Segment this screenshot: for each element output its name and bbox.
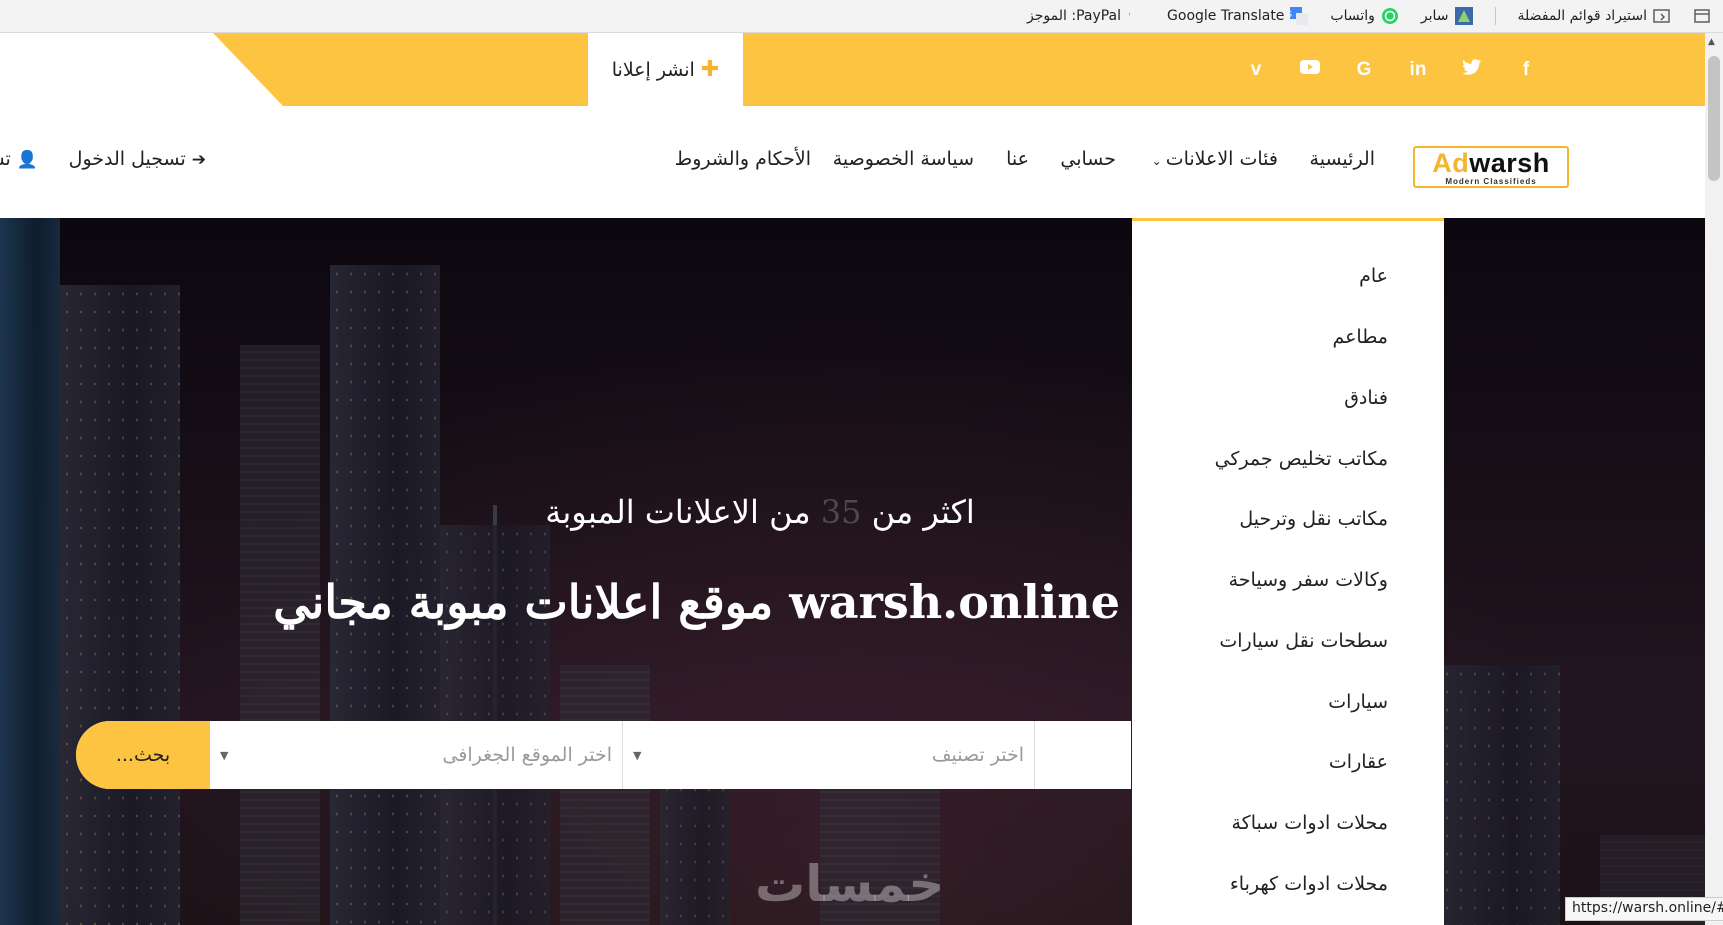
nav-account[interactable]: حسابي [1060,148,1116,170]
scroll-up-arrow-icon[interactable]: ▲ [1708,37,1715,47]
import-favorites[interactable]: استيراد قوائم المفضلة [1518,7,1671,25]
user-plus-icon: 👤 [16,150,38,170]
bookmarks-bar: استيراد قوائم المفضلة سابر واتساب G Goog… [0,0,1723,33]
post-ad-label: انشر إعلانا [611,58,695,81]
import-favorites-icon [1653,7,1671,25]
hero-ad-count: 35 [820,493,862,531]
bookmark-label: سابر [1420,8,1449,24]
login-label: تسجيل الدخول [68,148,186,170]
saber-icon [1454,7,1473,25]
bookmark-whatsapp[interactable]: واتساب [1330,7,1398,25]
bookmark-label: PayPal: الموجز [1027,8,1122,24]
vimeo-icon[interactable]: v [1229,59,1283,81]
dropdown-item[interactable]: مكاتب تخليص جمركي [1215,448,1388,470]
logo-warsh-text: warsh [1469,148,1550,178]
chevron-down-icon: ⌄ [1151,154,1162,168]
dropdown-item[interactable]: سيارات [1328,691,1388,713]
register-label: تس [0,148,11,170]
category-select[interactable]: اختر تصنيف ▼ [623,721,1035,789]
plus-icon: ✚ [700,57,720,82]
hero-building [240,345,320,925]
post-ad-button[interactable]: ✚ انشر إعلانا [588,33,743,106]
nav-privacy[interactable]: سياسة الخصوصية [833,148,974,170]
hero-section [0,218,1705,925]
bookmark-paypal[interactable]: P PayPal: الموجز [1027,7,1145,25]
dropdown-item[interactable]: سطحات نقل سيارات [1219,630,1388,652]
site-logo[interactable]: Adwarsh Modern Classifieds [1413,146,1569,188]
hero-building [0,218,60,925]
hero-building [560,665,650,925]
dropdown-item[interactable]: مكاتب نقل وترحيل [1239,508,1388,530]
sidebar-toggle-icon[interactable] [1693,7,1711,25]
location-select-placeholder: اختر الموقع الجغرافى [442,744,612,766]
sign-in-icon: ➔ [191,150,206,170]
hero-building [60,285,180,925]
import-favorites-label: استيراد قوائم المفضلة [1517,8,1647,24]
hero-title: warsh.online موقع اعلانات مبوبة مجاني [273,575,1120,629]
hero-subtitle-suffix: من الاعلانات المبوبة [545,493,811,531]
twitter-icon[interactable] [1445,58,1499,81]
watermark-logo: خمسات [755,855,945,913]
nav-home[interactable]: الرئيسية [1310,148,1375,170]
hero-subtitle: اكثر من 35 من الاعلانات المبوبة [540,493,980,531]
whatsapp-icon [1381,7,1399,25]
svg-text:P: P [1129,8,1130,25]
login-link[interactable]: ➔تسجيل الدخول [69,148,206,170]
category-select-placeholder: اختر تصنيف [931,744,1024,766]
nav-about[interactable]: عنا [1006,148,1029,170]
scrollbar-thumb[interactable] [1708,56,1720,181]
dropdown-item[interactable]: وكالات سفر وسياحة [1229,569,1388,591]
dropdown-item[interactable]: عقارات [1329,751,1388,773]
bookmark-label: واتساب [1330,8,1375,24]
bookmarks-separator [1494,7,1496,25]
google-translate-icon: G [1290,7,1309,25]
logo-ad-text: Ad [1432,148,1470,178]
dropdown-item[interactable]: فنادق [1344,387,1388,409]
paypal-icon: P [1127,7,1145,25]
browser-page: استيراد قوائم المفضلة سابر واتساب G Goog… [0,0,1723,925]
status-url: https://warsh.online/# [1565,897,1723,921]
search-button[interactable]: بحث... [76,721,210,789]
bookmark-label: Google Translate [1167,8,1285,24]
location-select[interactable]: اختر الموقع الجغرافى ▼ [210,721,623,789]
linkedin-icon[interactable]: in [1391,59,1445,81]
bookmark-google-translate[interactable]: G Google Translate [1167,7,1309,25]
hero-subtitle-prefix: اكثر من [871,493,975,531]
dropdown-item[interactable]: مطاعم [1332,326,1388,348]
bookmark-saber[interactable]: سابر [1421,7,1473,25]
nav-terms[interactable]: الأحكام والشروط [675,148,811,170]
dropdown-item[interactable]: عام [1359,265,1388,287]
register-link[interactable]: 👤تس [0,148,38,170]
logo-tagline: Modern Classifieds [1445,177,1537,186]
nav-categories-label: فئات الاعلانات [1165,148,1278,170]
dropdown-item[interactable]: محلات ادوات سباكة [1232,812,1389,834]
google-icon[interactable]: G [1337,59,1391,81]
svg-text:G: G [1290,9,1292,19]
youtube-icon[interactable] [1283,59,1337,81]
hero-building [1440,665,1560,925]
dropdown-item[interactable]: محلات ادوات كهرباء [1230,873,1388,895]
facebook-icon[interactable]: f [1499,59,1553,81]
caret-down-icon: ▼ [633,748,642,762]
social-links: f in G v [1229,33,1553,106]
caret-down-icon: ▼ [220,748,229,762]
nav-categories[interactable]: فئات الاعلانات⌄ [1152,148,1278,170]
categories-dropdown: عام مطاعم فنادق مكاتب تخليص جمركي مكاتب … [1132,218,1444,925]
